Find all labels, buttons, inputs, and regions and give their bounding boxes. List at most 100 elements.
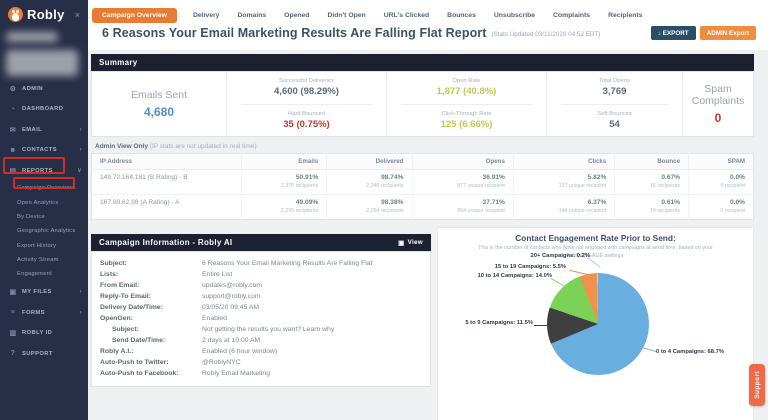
leader-line-10to14 [551,278,565,287]
submenu-by-device[interactable]: By Device [0,210,88,224]
sidebar-item-forms[interactable]: ≡ FORMS › [0,303,88,323]
redacted-account-name [6,32,58,42]
field-autopush-twitter: Auto-Push to Twitter:@RoblyNYC [100,357,422,368]
col-emails: Emails [242,154,327,170]
click-through-rate-value: 125 (6.66%) [401,119,532,130]
field-opengen: OpenGen:Enabled [100,313,422,324]
submenu-engagement[interactable]: Engagement [0,267,88,281]
col-ip-address: IP Address [92,154,242,170]
sidebar-item-contacts[interactable]: ☻ CONTACTS › [0,140,88,160]
export-button[interactable]: ↓ EXPORT [651,26,696,40]
field-from-email: From Email:updates@robly.com [100,280,422,291]
tab-campaign-overview[interactable]: Campaign Overview [92,8,177,23]
soft-bounces-label: Soft Bounces [561,111,668,117]
sidebar-item-my-files[interactable]: ▣ MY FILES › [0,282,88,303]
ip-stats-table: IP Address Emails Delivered Opens Clicks… [91,153,754,220]
main-area: Campaign Overview Delivery Domains Opene… [88,0,768,420]
submenu-open-analytics[interactable]: Open Analytics [0,195,88,209]
admin-view-only-note: Admin View Only (IP stats are not update… [95,143,754,150]
successful-deliveries-value: 4,600 (98.29%) [241,86,372,97]
sidebar-item-admin[interactable]: ⚙ ADMIN [0,78,88,99]
field-delivery-datetime: Delivery Date/Time:03/05/20 09:45 AM [100,302,422,313]
view-button[interactable]: ▣ View [398,239,423,247]
spam-complaints-value: 0 [683,111,753,125]
tab-complaints[interactable]: Complaints [551,8,592,23]
sidebar-item-reports[interactable]: ▤ REPORTS ∨ [0,160,88,181]
click-through-rate-label: Click-Through Rate [401,111,532,117]
topbar: Campaign Overview Delivery Domains Opene… [88,0,768,50]
col-clicks: Clicks [513,154,614,170]
sidebar-item-robly-id[interactable]: ▥ ROBLY ID [0,323,88,344]
col-delivered: Delivered [327,154,412,170]
slice-label-10to14: 10 to 14 Campaigns: 14.0% [452,273,552,279]
emails-sent-label: Emails Sent [92,89,226,101]
contacts-icon: ☻ [9,147,17,154]
leader-line-15to19 [569,270,589,275]
tab-opened[interactable]: Opened [282,8,311,23]
envelope-icon: ✉ [9,126,17,134]
emails-sent-value: 4,680 [92,105,226,119]
table-header-row: IP Address Emails Delivered Opens Clicks… [92,154,754,170]
chevron-right-icon: › [80,310,82,316]
table-row: 149.72.164.181 (B Rating) - B 50.91%2,37… [92,170,754,195]
total-opens-value: 3,769 [561,86,668,97]
tab-recipients[interactable]: Recipients [606,8,644,23]
gauge-icon: ◔ [9,106,17,113]
total-opens-label: Total Opens [561,78,668,84]
chevron-right-icon: › [80,147,82,153]
submenu-activity-stream[interactable]: Activity Stream [0,253,88,267]
sidebar-nav: ⚙ ADMIN ◔ DASHBOARD ✉ EMAIL › ☻ CONTACTS… [0,78,88,364]
chevron-right-icon: › [80,289,82,295]
field-lists: Lists:Entire List [100,269,422,280]
campaign-info-panel: Campaign Information - Robly AI ▣ View S… [91,234,431,387]
sidebar-item-support[interactable]: ? SUPPORT [0,344,88,364]
redacted-account-info [6,50,78,76]
tab-delivery[interactable]: Delivery [191,8,221,23]
sidebar: Robly × ⚙ ADMIN ◔ DASHBOARD ✉ EMAIL › ☻ … [0,0,88,420]
tab-unsubscribe[interactable]: Unsubscribe [492,8,537,23]
chevron-down-icon: ∨ [77,167,82,174]
submenu-export-history[interactable]: Export History [0,239,88,253]
successful-deliveries-label: Successful Deliveries [241,78,372,84]
table-row: 167.89.62.98 (A Rating) - A 49.09%2,295 … [92,195,754,220]
tab-bounces[interactable]: Bounces [445,8,478,23]
id-card-icon: ▥ [9,329,17,337]
ip-address-cell: 149.72.164.181 (B Rating) - B [92,170,242,195]
field-opengen-send-datetime: Send Date/Time:2 days at 10:00 AM [100,335,422,346]
col-spam: SPAM [689,154,754,170]
field-opengen-subject: Subject:Not getting the results you want… [100,324,422,335]
open-rate-value: 1,877 (40.8%) [401,86,532,97]
robly-logo-text: Robly [27,7,65,22]
slice-label-15to19: 15 to 19 Campaigns: 5.5% [466,264,566,270]
wrench-icon: ⚙ [9,85,17,93]
tab-urls-clicked[interactable]: URL's Clicked [382,8,431,23]
slice-label-0to4: 0 to 4 Campaigns: 68.7% [656,349,724,355]
support-floating-tab[interactable]: Support [749,364,765,406]
tab-didnt-open[interactable]: Didn't Open [325,8,367,23]
hard-bounced-label: Hard Bounced [241,111,372,117]
admin-export-button[interactable]: ADMIN Export [700,26,756,40]
hard-bounced-value: 35 (0.75%) [241,119,372,130]
robly-owl-logo-icon [8,7,23,22]
campaign-info-title: Campaign Information - Robly AI [99,238,232,247]
slice-label-5to9: 5 to 9 Campaigns: 11.5% [436,320,533,326]
monitor-icon: ▣ [398,239,404,247]
tab-domains[interactable]: Domains [235,8,268,23]
sidebar-close-icon[interactable]: × [73,10,82,20]
summary-header: Summary [91,54,754,71]
forms-icon: ≡ [9,309,17,316]
submenu-geographic-analytics[interactable]: Geographic Analytics [0,224,88,238]
sidebar-item-dashboard[interactable]: ◔ DASHBOARD [0,99,88,119]
submenu-campaign-overviews[interactable]: Campaign Overviews [0,181,88,195]
field-reply-to-email: Reply-To Email:support@robly.com [100,291,422,302]
sidebar-item-email[interactable]: ✉ EMAIL › [0,119,88,140]
folder-icon: ▣ [9,288,17,296]
leader-line-5to9 [534,325,549,326]
leader-line-0to4 [641,347,657,352]
engagement-chart-panel: Contact Engagement Rate Prior to Send: T… [437,227,754,420]
support-icon: ? [9,350,17,357]
engagement-pie [547,273,649,375]
chart-title: Contact Engagement Rate Prior to Send: [438,233,753,243]
col-opens: Opens [412,154,513,170]
spam-complaints-label: Spam Complaints [683,83,753,107]
